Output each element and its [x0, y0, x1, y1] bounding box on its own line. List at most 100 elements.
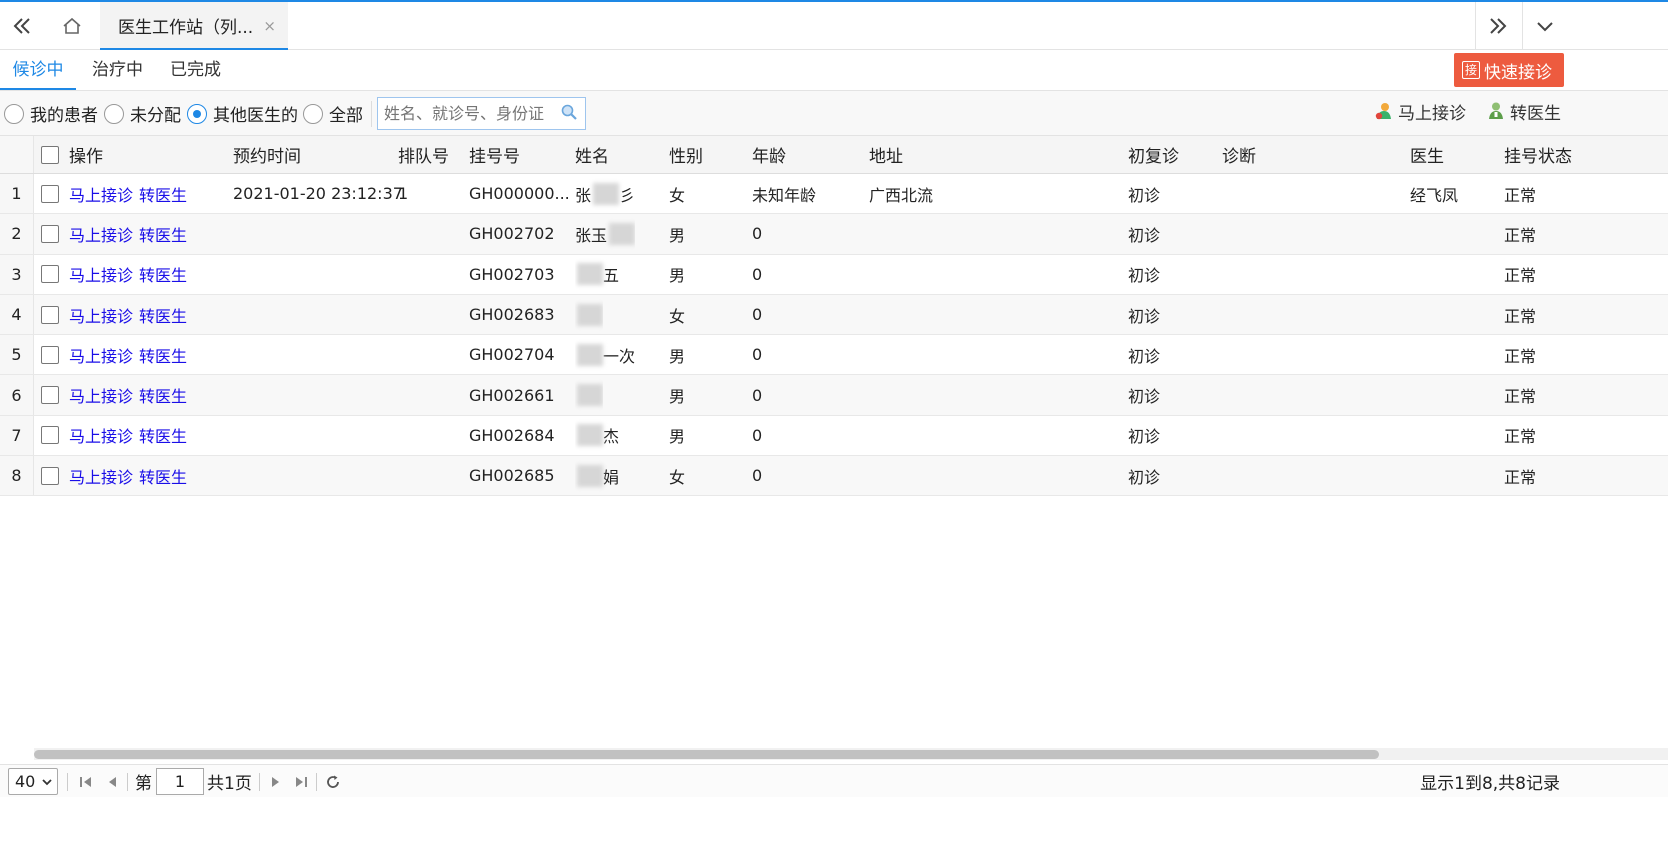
col-doctor[interactable]: 医生: [1410, 136, 1444, 173]
name-visible-part: 一次: [603, 346, 636, 366]
col-queue-number[interactable]: 排队号: [398, 136, 449, 173]
receive-now-link[interactable]: 马上接诊: [69, 464, 133, 488]
row-checkbox[interactable]: [41, 416, 59, 455]
transfer-doctor-link[interactable]: 转医生: [139, 182, 187, 206]
row-checkbox[interactable]: [41, 456, 59, 495]
scroll-tabs-right-button[interactable]: [1475, 2, 1519, 50]
page-total: 共1页: [207, 774, 252, 794]
col-registration-status[interactable]: 挂号状态: [1504, 136, 1572, 173]
action-cell: 马上接诊 转医生: [69, 456, 193, 495]
table-row[interactable]: 4 马上接诊 转医生 GH002683 女 0 初诊 正常: [0, 294, 1668, 336]
col-address[interactable]: 地址: [869, 136, 903, 173]
collapse-sidebar-button[interactable]: [0, 2, 44, 50]
table-header: 操作 预约时间 排队号 挂号号 姓名 性别 年龄 地址 初复诊 诊断 医生 挂号…: [0, 136, 1668, 174]
page-size-value: 40: [15, 772, 36, 791]
tabs-menu-button[interactable]: [1522, 2, 1566, 50]
row-checkbox[interactable]: [41, 375, 59, 414]
tab-waiting[interactable]: 候诊中: [0, 50, 76, 90]
table-row[interactable]: 3 马上接诊 转医生 GH002703 男 0 初诊 正常 五: [0, 254, 1668, 295]
prev-page-button[interactable]: [104, 765, 120, 798]
col-visit-type[interactable]: 初复诊: [1128, 136, 1179, 173]
radio-other-doctors[interactable]: 其他医生的: [187, 91, 298, 136]
tab-treating[interactable]: 治疗中: [92, 50, 143, 90]
table-row[interactable]: 6 马上接诊 转医生 GH002661 男 0 初诊 正常: [0, 375, 1668, 416]
action-cell: 马上接诊 转医生: [69, 214, 193, 253]
first-page-button[interactable]: [78, 765, 94, 798]
page-size-select[interactable]: 40: [8, 768, 58, 795]
table-row[interactable]: 7 马上接诊 转医生 GH002684 男 0 初诊 正常 杰: [0, 415, 1668, 457]
transfer-doctor-link[interactable]: 转医生: [139, 222, 187, 246]
transfer-doctor-link[interactable]: 转医生: [139, 383, 187, 407]
home-button[interactable]: [50, 2, 94, 50]
col-age[interactable]: 年龄: [752, 136, 786, 173]
transfer-doctor-link[interactable]: 转医生: [139, 464, 187, 488]
receive-now-link[interactable]: 马上接诊: [69, 262, 133, 286]
doctor-cell: 经飞凤: [1410, 185, 1459, 205]
registration-status-cell: 正常: [1504, 185, 1537, 205]
patient-name-cell: [575, 375, 603, 414]
receive-now-toolbar-button[interactable]: 马上接诊: [1374, 91, 1466, 131]
tab-completed[interactable]: 已完成: [170, 50, 221, 90]
transfer-doctor-toolbar-button[interactable]: 转医生: [1486, 91, 1561, 131]
radio-unassigned[interactable]: 未分配: [104, 91, 181, 136]
search-icon[interactable]: [560, 103, 578, 121]
visit-type-cell: 初诊: [1128, 266, 1161, 286]
patient-name-cell: 娟: [575, 456, 619, 495]
patient-name-cell: 张彡: [575, 174, 635, 213]
col-appointment-time[interactable]: 预约时间: [233, 136, 301, 173]
appointment-time-cell: 2021-01-20 23:12:37: [233, 184, 403, 204]
receive-now-link[interactable]: 马上接诊: [69, 423, 133, 447]
search-input[interactable]: [377, 97, 586, 130]
row-checkbox[interactable]: [41, 255, 59, 294]
transfer-doctor-link[interactable]: 转医生: [139, 423, 187, 447]
receive-now-link[interactable]: 马上接诊: [69, 303, 133, 327]
row-checkbox[interactable]: [41, 295, 59, 334]
registration-status-cell: 正常: [1504, 427, 1537, 447]
transfer-doctor-link[interactable]: 转医生: [139, 343, 187, 367]
select-all-checkbox[interactable]: [41, 136, 59, 173]
divider: [67, 773, 68, 791]
table-row[interactable]: 2 马上接诊 转医生 GH002702 男 0 初诊 正常 张玉: [0, 214, 1668, 255]
page-number-input[interactable]: 1: [156, 768, 204, 795]
row-checkbox[interactable]: [41, 174, 59, 213]
scrollbar-thumb[interactable]: [34, 750, 1379, 759]
table-row[interactable]: 1 马上接诊 转医生 2021-01-20 23:12:37 1 GH000000... 女…: [0, 174, 1668, 215]
redaction-blur: [577, 263, 603, 286]
col-diagnosis[interactable]: 诊断: [1222, 136, 1256, 173]
radio-all[interactable]: 全部: [303, 91, 363, 136]
name-visible-part: 张: [575, 185, 592, 205]
redaction-blur: [609, 222, 636, 245]
transfer-doctor-link[interactable]: 转医生: [139, 303, 187, 327]
radio-my-patients[interactable]: 我的患者: [4, 91, 98, 136]
tab-close-button[interactable]: ×: [263, 17, 276, 35]
redaction-blur: [577, 343, 603, 366]
last-page-button[interactable]: [293, 765, 309, 798]
address-cell: 广西北流: [869, 185, 934, 205]
table-row[interactable]: 8 马上接诊 转医生 GH002685 女 0 初诊 正常 娟: [0, 456, 1668, 497]
receive-now-link[interactable]: 马上接诊: [69, 343, 133, 367]
next-page-button[interactable]: [268, 765, 284, 798]
horizontal-scrollbar[interactable]: [34, 748, 1668, 760]
age-cell: 0: [752, 224, 763, 244]
row-checkbox[interactable]: [41, 214, 59, 253]
tab-doctor-workstation[interactable]: 医生工作站（列... ×: [100, 2, 288, 50]
table-row[interactable]: 5 马上接诊 转医生 GH002704 男 0 初诊 正常 一次: [0, 335, 1668, 376]
quick-receive-button[interactable]: 接 快速接诊: [1454, 53, 1564, 87]
name-visible-part: 五: [603, 266, 620, 286]
receive-now-link[interactable]: 马上接诊: [69, 182, 133, 206]
patient-name-cell: 一次: [575, 335, 635, 374]
registration-number-cell: GH002702: [469, 224, 555, 244]
radio-label: 全部: [329, 106, 363, 126]
col-name[interactable]: 姓名: [575, 136, 609, 173]
col-action[interactable]: 操作: [69, 136, 103, 173]
col-registration-number[interactable]: 挂号号: [469, 136, 520, 173]
transfer-doctor-link[interactable]: 转医生: [139, 262, 187, 286]
visit-type-cell: 初诊: [1128, 346, 1161, 366]
row-checkbox[interactable]: [41, 335, 59, 374]
receive-now-link[interactable]: 马上接诊: [69, 222, 133, 246]
receive-now-link[interactable]: 马上接诊: [69, 383, 133, 407]
patient-name-cell: 五: [575, 255, 619, 294]
refresh-button[interactable]: [325, 765, 341, 798]
table-body: 1 马上接诊 转医生 2021-01-20 23:12:37 1 GH000000... 女…: [0, 174, 1668, 497]
col-sex[interactable]: 性别: [669, 136, 703, 173]
